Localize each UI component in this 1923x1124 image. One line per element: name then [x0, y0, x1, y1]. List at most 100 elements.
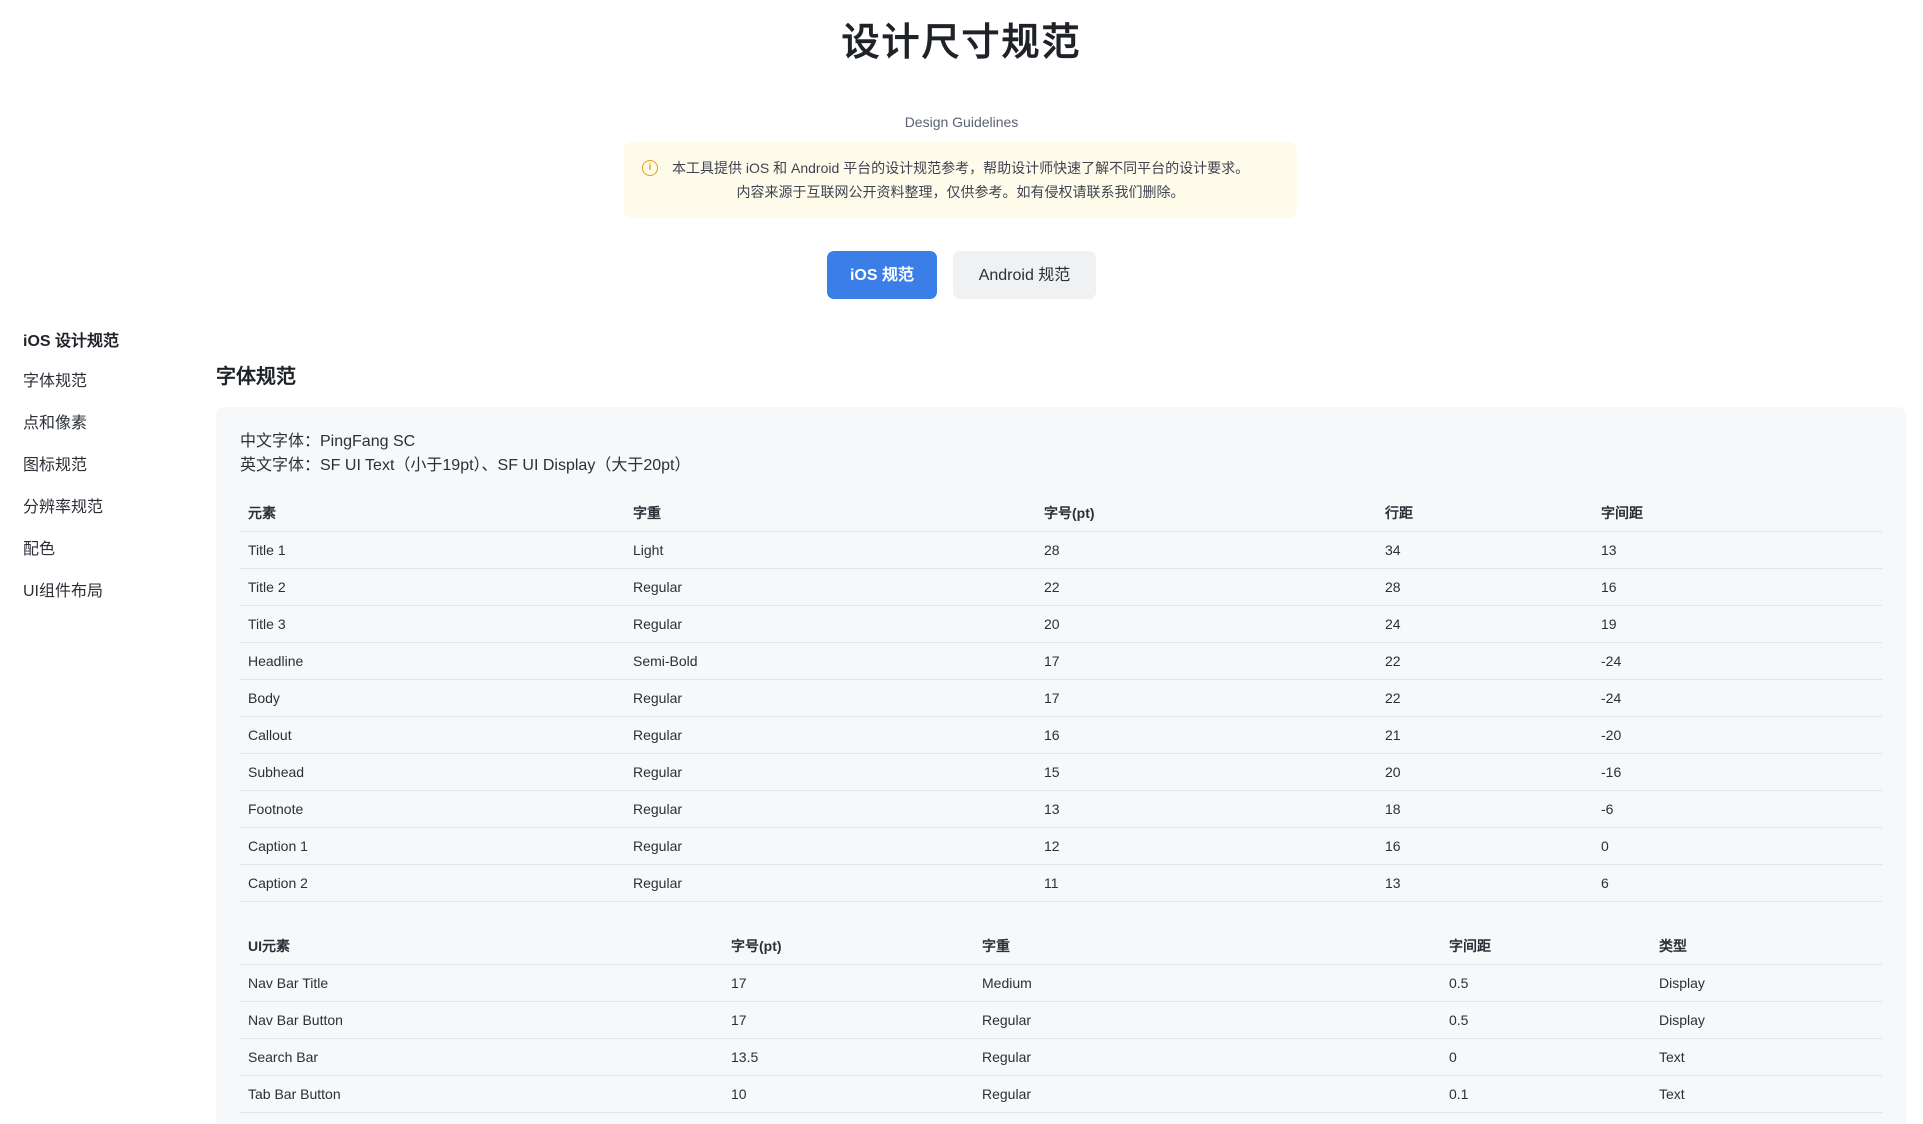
- table-cell: 24: [1377, 605, 1593, 643]
- table-cell: 13: [1036, 790, 1377, 828]
- table-cell: Semi-Bold: [625, 642, 1036, 680]
- table-row: Caption 1 Regular 12 16 0: [240, 827, 1882, 865]
- column-header: 字号(pt): [723, 928, 974, 965]
- table-cell: 0: [1441, 1038, 1651, 1076]
- chinese-font-info: 中文字体：PingFang SC: [240, 433, 416, 450]
- table-cell: Medium: [974, 964, 1441, 1002]
- table-cell: Tab Bar Button: [240, 1075, 723, 1113]
- table-cell: Subhead: [240, 753, 625, 791]
- table-cell: 16: [1593, 568, 1882, 606]
- table-cell: 0.1: [1441, 1075, 1651, 1113]
- table-cell: Title 3: [240, 605, 625, 643]
- table-header-row: UI元素 字号(pt) 字重 字间距 类型: [240, 928, 1882, 965]
- notice-line-2: 内容来源于互联网公开资料整理，仅供参考。如有侵权请联系我们删除。: [736, 184, 1185, 200]
- table-cell: Regular: [625, 679, 1036, 717]
- table-header-row: 元素 字重 字号(pt) 行距 字间距: [240, 495, 1882, 532]
- english-font-info: 英文字体：SF UI Text（小于19pt）、SF UI Display（大于…: [240, 457, 691, 474]
- table-cell: 10: [723, 1075, 974, 1113]
- table-cell: 16: [1036, 716, 1377, 754]
- table-cell: -24: [1593, 679, 1882, 717]
- notice-line-1: 本工具提供 iOS 和 Android 平台的设计规范参考，帮助设计师快速了解不…: [672, 160, 1250, 176]
- table-cell: Regular: [625, 790, 1036, 828]
- table-cell: Body: [240, 679, 625, 717]
- table-row: Caption 2 Regular 11 13 6: [240, 864, 1882, 902]
- column-header: UI元素: [240, 928, 723, 965]
- notice-banner: i 本工具提供 iOS 和 Android 平台的设计规范参考，帮助设计师快速了…: [624, 142, 1297, 218]
- table-row: Tab Bar Button 10 Regular 0.1 Text: [240, 1075, 1882, 1113]
- sidebar-item-resolution[interactable]: 分辨率规范: [23, 496, 183, 538]
- table-row: Footnote Regular 13 18 -6: [240, 790, 1882, 828]
- section-title: 字体规范: [216, 366, 296, 388]
- table-row: Headline Semi-Bold 17 22 -24: [240, 642, 1882, 680]
- table-cell: Title 1: [240, 531, 625, 569]
- table-cell: 0.5: [1441, 964, 1651, 1002]
- sidebar-item-icons[interactable]: 图标规范: [23, 454, 183, 496]
- table-cell: Headline: [240, 642, 625, 680]
- page: 设计尺寸规范 Design Guidelines i 本工具提供 iOS 和 A…: [0, 0, 1923, 1124]
- table-cell: 18: [1377, 790, 1593, 828]
- table-row: Title 2 Regular 22 28 16: [240, 568, 1882, 606]
- platform-switch: iOS 规范 Android 规范: [0, 251, 1923, 299]
- page-subtitle: Design Guidelines: [904, 114, 1019, 130]
- table-row: Nav Bar Title 17 Medium 0.5 Display: [240, 964, 1882, 1002]
- sidebar-item-ios-guidelines[interactable]: iOS 设计规范: [23, 330, 183, 370]
- table-cell: 17: [723, 1001, 974, 1039]
- table-cell: Caption 2: [240, 864, 625, 902]
- table-cell: Light: [625, 531, 1036, 569]
- table-cell: 12: [1036, 827, 1377, 865]
- table-cell: Nav Bar Button: [240, 1001, 723, 1039]
- table-cell: Nav Bar Title: [240, 964, 723, 1002]
- table-cell: Regular: [974, 1075, 1441, 1113]
- table-cell: Display: [1651, 1001, 1882, 1039]
- table-cell: Regular: [974, 1038, 1441, 1076]
- sidebar-item-ui-layout[interactable]: UI组件布局: [23, 580, 183, 622]
- table-cell: 21: [1377, 716, 1593, 754]
- table-cell: 17: [1036, 642, 1377, 680]
- table-cell: 16: [1377, 827, 1593, 865]
- column-header: 字间距: [1441, 928, 1651, 965]
- column-header: 类型: [1651, 928, 1882, 965]
- typography-panel: 中文字体：PingFang SC 英文字体：SF UI Text（小于19pt）…: [216, 407, 1906, 1124]
- sidebar-item-points-pixels[interactable]: 点和像素: [23, 412, 183, 454]
- table-row: Title 3 Regular 20 24 19: [240, 605, 1882, 643]
- table-row: Callout Regular 16 21 -20: [240, 716, 1882, 754]
- font-style-table: 元素 字重 字号(pt) 行距 字间距 Title 1 Light 28 34 13 T…: [240, 495, 1882, 902]
- table-row: Body Regular 17 22 -24: [240, 679, 1882, 717]
- table-cell: Regular: [974, 1001, 1441, 1039]
- table-cell: Text: [1651, 1038, 1882, 1076]
- column-header: 字间距: [1593, 495, 1882, 532]
- table-row: Subhead Regular 15 20 -16: [240, 753, 1882, 791]
- ui-element-font-table: UI元素 字号(pt) 字重 字间距 类型 Nav Bar Title 17 Med…: [240, 928, 1882, 1113]
- table-row: Search Bar 13.5 Regular 0 Text: [240, 1038, 1882, 1076]
- table-cell: 17: [1036, 679, 1377, 717]
- table-cell: 13: [1593, 531, 1882, 569]
- column-header: 字重: [625, 495, 1036, 532]
- table-cell: 19: [1593, 605, 1882, 643]
- table-cell: -24: [1593, 642, 1882, 680]
- table-cell: Search Bar: [240, 1038, 723, 1076]
- table-cell: 22: [1036, 568, 1377, 606]
- android-spec-button[interactable]: Android 规范: [953, 251, 1096, 299]
- table-cell: 20: [1377, 753, 1593, 791]
- table-cell: 0.5: [1441, 1001, 1651, 1039]
- table-cell: 28: [1036, 531, 1377, 569]
- table-cell: Regular: [625, 568, 1036, 606]
- table-cell: Text: [1651, 1075, 1882, 1113]
- table-cell: Regular: [625, 753, 1036, 791]
- ios-spec-button[interactable]: iOS 规范: [827, 251, 937, 299]
- sidebar-item-colors[interactable]: 配色: [23, 538, 183, 580]
- info-icon: i: [642, 160, 658, 176]
- table-cell: 17: [723, 964, 974, 1002]
- table-cell: -6: [1593, 790, 1882, 828]
- table-cell: 22: [1377, 642, 1593, 680]
- sidebar-item-typography[interactable]: 字体规范: [23, 370, 183, 412]
- table-cell: Regular: [625, 864, 1036, 902]
- table-cell: Regular: [625, 716, 1036, 754]
- table-cell: -16: [1593, 753, 1882, 791]
- table-cell: 13.5: [723, 1038, 974, 1076]
- table-cell: 0: [1593, 827, 1882, 865]
- table-row: Nav Bar Button 17 Regular 0.5 Display: [240, 1001, 1882, 1039]
- table-cell: Regular: [625, 605, 1036, 643]
- table-cell: 20: [1036, 605, 1377, 643]
- column-header: 元素: [240, 495, 625, 532]
